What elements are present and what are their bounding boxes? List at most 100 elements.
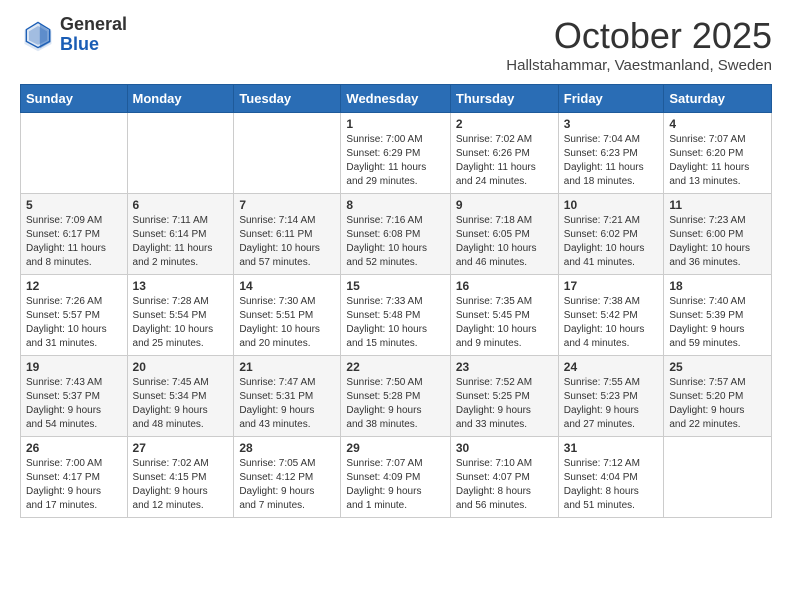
calendar-week-2: 12Sunrise: 7:26 AM Sunset: 5:57 PM Dayli…	[21, 275, 772, 356]
calendar-cell: 8Sunrise: 7:16 AM Sunset: 6:08 PM Daylig…	[341, 194, 450, 275]
day-info: Sunrise: 7:30 AM Sunset: 5:51 PM Dayligh…	[239, 295, 335, 351]
day-info: Sunrise: 7:05 AM Sunset: 4:12 PM Dayligh…	[239, 457, 335, 513]
day-info: Sunrise: 7:50 AM Sunset: 5:28 PM Dayligh…	[346, 376, 444, 432]
calendar-cell: 29 Sunrise: 7:07 AM Sunset: 4:09 PM Dayli…	[341, 437, 450, 518]
calendar-cell: 3 Sunrise: 7:04 AM Sunset: 6:23 PM Daylig…	[558, 113, 664, 194]
day-number: 20	[133, 360, 229, 374]
day-info: Sunrise: 7:21 AM Sunset: 6:02 PM Dayligh…	[564, 214, 659, 270]
day-number: 21	[239, 360, 335, 374]
day-number: 19	[26, 360, 122, 374]
calendar-cell: 10 Sunrise: 7:21 AM Sunset: 6:02 PM Dayli…	[558, 194, 664, 275]
day-info: Sunrise: 7:55 AM Sunset: 5:23 PM Dayligh…	[564, 376, 659, 432]
day-info: Sunrise: 7:07 AM Sunset: 4:09 PM Dayligh…	[346, 457, 444, 513]
day-info: Sunrise: 7:23 AM Sunset: 6:00 PM Dayligh…	[669, 214, 766, 270]
calendar-header-tuesday: Tuesday	[234, 85, 341, 113]
logo-general: General	[60, 15, 127, 35]
calendar-cell: 14 Sunrise: 7:30 AM Sunset: 5:51 PM Dayli…	[234, 275, 341, 356]
day-info: Sunrise: 7:43 AM Sunset: 5:37 PM Dayligh…	[26, 376, 122, 432]
calendar-cell: 20Sunrise: 7:45 AM Sunset: 5:34 PM Dayli…	[127, 356, 234, 437]
day-info: Sunrise: 7:33 AM Sunset: 5:48 PM Dayligh…	[346, 295, 444, 351]
calendar-cell	[664, 437, 772, 518]
day-number: 27	[133, 441, 229, 455]
calendar-cell: 1 Sunrise: 7:00 AM Sunset: 6:29 PM Daylig…	[341, 113, 450, 194]
logo-blue: Blue	[60, 35, 127, 55]
day-number: 10	[564, 198, 659, 212]
day-info: Sunrise: 7:00 AM Sunset: 6:29 PM Dayligh…	[346, 133, 444, 189]
day-info: Sunrise: 7:52 AM Sunset: 5:25 PM Dayligh…	[456, 376, 553, 432]
day-info: Sunrise: 7:57 AM Sunset: 5:20 PM Dayligh…	[669, 376, 766, 432]
logo-icon	[20, 17, 56, 53]
page: General Blue October 2025 Hallstahammar,…	[0, 0, 792, 533]
calendar-cell: 11 Sunrise: 7:23 AM Sunset: 6:00 PM Dayli…	[664, 194, 772, 275]
calendar-cell: 23 Sunrise: 7:52 AM Sunset: 5:25 PM Dayli…	[450, 356, 558, 437]
day-info: Sunrise: 7:00 AM Sunset: 4:17 PM Dayligh…	[26, 457, 122, 513]
day-info: Sunrise: 7:35 AM Sunset: 5:45 PM Dayligh…	[456, 295, 553, 351]
day-number: 15	[346, 279, 444, 293]
calendar-cell: 24 Sunrise: 7:55 AM Sunset: 5:23 PM Dayli…	[558, 356, 664, 437]
day-number: 17	[564, 279, 659, 293]
day-number: 13	[133, 279, 229, 293]
calendar-cell: 17Sunrise: 7:38 AM Sunset: 5:42 PM Dayli…	[558, 275, 664, 356]
month-title: October 2025	[506, 15, 772, 57]
calendar-week-0: 1 Sunrise: 7:00 AM Sunset: 6:29 PM Daylig…	[21, 113, 772, 194]
day-info: Sunrise: 7:16 AM Sunset: 6:08 PM Dayligh…	[346, 214, 444, 270]
calendar-cell: 6Sunrise: 7:11 AM Sunset: 6:14 PM Daylig…	[127, 194, 234, 275]
day-info: Sunrise: 7:40 AM Sunset: 5:39 PM Dayligh…	[669, 295, 766, 351]
day-number: 14	[239, 279, 335, 293]
day-number: 24	[564, 360, 659, 374]
calendar-cell: 2Sunrise: 7:02 AM Sunset: 6:26 PM Daylig…	[450, 113, 558, 194]
calendar: SundayMondayTuesdayWednesdayThursdayFrid…	[20, 84, 772, 518]
calendar-week-3: 19 Sunrise: 7:43 AM Sunset: 5:37 PM Dayli…	[21, 356, 772, 437]
calendar-cell: 7Sunrise: 7:14 AM Sunset: 6:11 PM Daylig…	[234, 194, 341, 275]
calendar-cell: 18Sunrise: 7:40 AM Sunset: 5:39 PM Dayli…	[664, 275, 772, 356]
calendar-cell: 12Sunrise: 7:26 AM Sunset: 5:57 PM Dayli…	[21, 275, 128, 356]
day-info: Sunrise: 7:11 AM Sunset: 6:14 PM Dayligh…	[133, 214, 229, 270]
day-number: 16	[456, 279, 553, 293]
calendar-cell: 5 Sunrise: 7:09 AM Sunset: 6:17 PM Daylig…	[21, 194, 128, 275]
day-number: 5	[26, 198, 122, 212]
calendar-cell: 22 Sunrise: 7:50 AM Sunset: 5:28 PM Dayli…	[341, 356, 450, 437]
calendar-cell: 27 Sunrise: 7:02 AM Sunset: 4:15 PM Dayli…	[127, 437, 234, 518]
calendar-cell: 28Sunrise: 7:05 AM Sunset: 4:12 PM Dayli…	[234, 437, 341, 518]
day-info: Sunrise: 7:07 AM Sunset: 6:20 PM Dayligh…	[669, 133, 766, 189]
calendar-header-thursday: Thursday	[450, 85, 558, 113]
calendar-header-wednesday: Wednesday	[341, 85, 450, 113]
calendar-week-1: 5 Sunrise: 7:09 AM Sunset: 6:17 PM Daylig…	[21, 194, 772, 275]
header: General Blue October 2025 Hallstahammar,…	[20, 15, 772, 74]
day-number: 9	[456, 198, 553, 212]
location: Hallstahammar, Vaestmanland, Sweden	[506, 57, 772, 74]
day-info: Sunrise: 7:09 AM Sunset: 6:17 PM Dayligh…	[26, 214, 122, 270]
logo: General Blue	[20, 15, 127, 55]
calendar-cell: 26 Sunrise: 7:00 AM Sunset: 4:17 PM Dayli…	[21, 437, 128, 518]
day-number: 26	[26, 441, 122, 455]
calendar-cell: 16 Sunrise: 7:35 AM Sunset: 5:45 PM Dayli…	[450, 275, 558, 356]
calendar-cell	[127, 113, 234, 194]
calendar-cell	[21, 113, 128, 194]
day-number: 2	[456, 117, 553, 131]
calendar-header-row: SundayMondayTuesdayWednesdayThursdayFrid…	[21, 85, 772, 113]
calendar-header-monday: Monday	[127, 85, 234, 113]
title-block: October 2025 Hallstahammar, Vaestmanland…	[506, 15, 772, 74]
calendar-cell: 19 Sunrise: 7:43 AM Sunset: 5:37 PM Dayli…	[21, 356, 128, 437]
day-info: Sunrise: 7:02 AM Sunset: 4:15 PM Dayligh…	[133, 457, 229, 513]
calendar-cell: 25 Sunrise: 7:57 AM Sunset: 5:20 PM Dayli…	[664, 356, 772, 437]
calendar-cell: 9Sunrise: 7:18 AM Sunset: 6:05 PM Daylig…	[450, 194, 558, 275]
day-number: 3	[564, 117, 659, 131]
day-number: 31	[564, 441, 659, 455]
day-number: 29	[346, 441, 444, 455]
day-number: 11	[669, 198, 766, 212]
calendar-cell: 15 Sunrise: 7:33 AM Sunset: 5:48 PM Dayli…	[341, 275, 450, 356]
calendar-cell: 21Sunrise: 7:47 AM Sunset: 5:31 PM Dayli…	[234, 356, 341, 437]
day-number: 12	[26, 279, 122, 293]
day-number: 30	[456, 441, 553, 455]
calendar-week-4: 26 Sunrise: 7:00 AM Sunset: 4:17 PM Dayli…	[21, 437, 772, 518]
day-number: 25	[669, 360, 766, 374]
calendar-header-sunday: Sunday	[21, 85, 128, 113]
day-number: 22	[346, 360, 444, 374]
day-number: 4	[669, 117, 766, 131]
calendar-cell: 30Sunrise: 7:10 AM Sunset: 4:07 PM Dayli…	[450, 437, 558, 518]
calendar-header-friday: Friday	[558, 85, 664, 113]
day-info: Sunrise: 7:04 AM Sunset: 6:23 PM Dayligh…	[564, 133, 659, 189]
day-number: 23	[456, 360, 553, 374]
day-number: 1	[346, 117, 444, 131]
